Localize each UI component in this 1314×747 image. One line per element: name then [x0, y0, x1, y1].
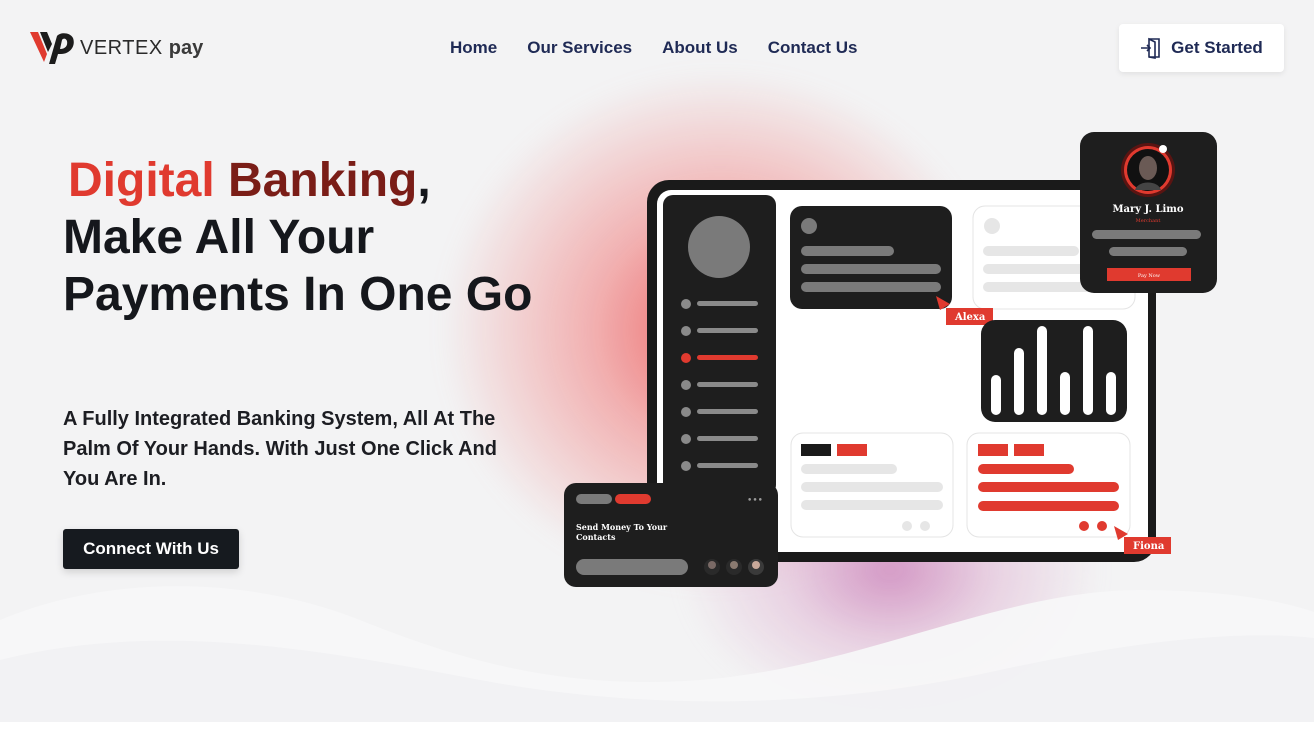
svg-text:Send Money To Your: Send Money To Your	[576, 522, 668, 532]
headline-comma: ,	[417, 154, 431, 207]
more-options-icon: •••	[747, 496, 763, 506]
vp-logo-icon	[30, 32, 74, 64]
main-nav: Home Our Services About Us Contact Us	[450, 37, 857, 59]
nav-home[interactable]: Home	[450, 37, 497, 59]
get-started-label: Get Started	[1171, 38, 1263, 57]
dashboard-illustration: Alexa Fiona Mary J. Limo Merchant Pay No…	[564, 132, 1217, 587]
svg-text:Pay Now: Pay Now	[1138, 273, 1161, 279]
sidebar-avatar	[688, 216, 750, 278]
logo-text: VERTEX pay	[80, 36, 204, 59]
nav-contact-us[interactable]: Contact Us	[768, 37, 858, 59]
svg-text:Mary J. Limo: Mary J. Limo	[1112, 204, 1183, 215]
contact-avatars	[704, 559, 764, 575]
brand-logo[interactable]: VERTEX pay	[30, 28, 203, 68]
online-indicator	[1159, 145, 1167, 153]
svg-text:Contacts: Contacts	[576, 532, 616, 542]
nav-about-us[interactable]: About Us	[662, 37, 738, 59]
headline-accent-digital: Digital	[68, 154, 215, 207]
bar-chart-card	[981, 320, 1127, 422]
svg-text:Fiona: Fiona	[1133, 541, 1165, 552]
svg-text:Merchant: Merchant	[1136, 218, 1161, 224]
headline-accent-banking: Banking	[228, 154, 418, 207]
headline-rest: Make All Your Payments In One Go	[63, 211, 533, 321]
connect-with-us-button[interactable]: Connect With Us	[63, 529, 239, 569]
nav-our-services[interactable]: Our Services	[527, 37, 632, 59]
sign-in-icon	[1141, 37, 1160, 59]
hero-subtitle: A Fully Integrated Banking System, All A…	[63, 408, 497, 490]
profile-avatar	[1139, 156, 1157, 180]
hero-headline: Digital Banking, Make All Your Payments I…	[63, 152, 533, 323]
svg-text:Alexa: Alexa	[954, 312, 986, 323]
get-started-button[interactable]: Get Started	[1119, 24, 1284, 72]
